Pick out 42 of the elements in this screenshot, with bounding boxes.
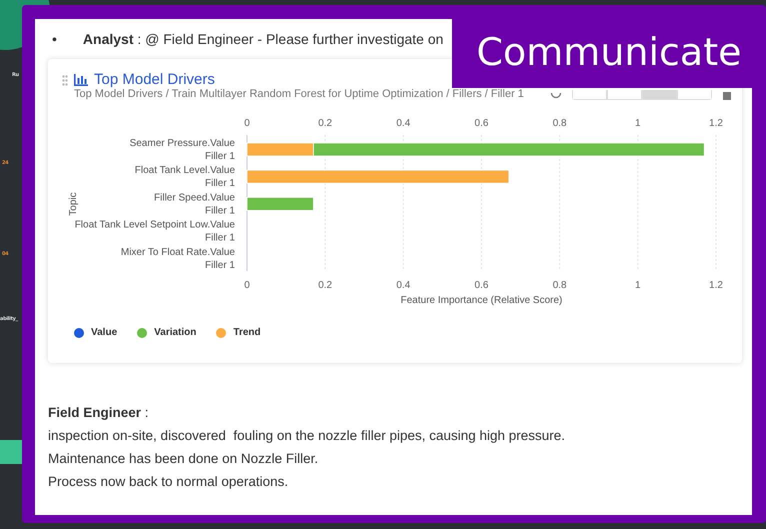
toolbar-button[interactable] [678,90,711,99]
axis-tick-label: 0.6 [474,118,488,129]
axis-tick-label: 0.6 [474,280,488,291]
breadcrumb: Top Model Drivers / Train Multilayer Random Forest for Uptime Optimization / Fillers / Filler 1 [74,88,525,100]
author-name: Field Engineer [48,405,142,420]
category-label: Float Tank Level.Value Filler 1 [134,165,235,190]
legend-label[interactable]: Value [91,327,118,338]
legend-label[interactable]: Variation [154,327,196,338]
background-bar [0,440,22,464]
reply-text: inspection on-site, discovered fouling on the nozzle filler pipes, causing high pressure. [48,428,566,443]
axis-tick-label: 1 [635,118,641,129]
axis-tick-label: 0 [244,118,250,129]
axis-tick-label: 0.4 [396,280,410,291]
toolbar-button[interactable] [573,90,606,99]
axis-tick-label: 1.2 [709,118,723,129]
separator-text: : [144,405,149,420]
axis-tick-label: 0.4 [396,118,410,129]
x-axis-title: Feature Importance (Relative Score) [400,295,562,306]
bar-chart-icon [74,74,88,86]
category-label: Float Tank Level Setpoint Low.Value Filler 1 [74,220,235,244]
axis-tick-label: 0.2 [318,118,332,129]
y-axis-title: Topic [68,192,79,216]
card-title: Top Model Drivers [94,71,215,88]
reply-text: Process now back to normal operations. [48,474,290,489]
axis-tick-label: 1.2 [709,280,723,291]
toolbar-button[interactable] [608,90,641,99]
reply-text: Maintenance has been done on Nozzle Filler. [48,451,320,466]
axis-tick-label: 0 [244,280,250,291]
refresh-icon[interactable] [550,93,562,100]
axis-tick-label: 0.2 [318,280,332,291]
bullet: • [52,31,57,47]
delete-icon[interactable] [722,92,732,100]
message-text: Analyst : @ Field Engineer - Please further investigate on [82,31,444,47]
axis-tick-label: 0.8 [552,280,567,291]
toolbar-button[interactable] [643,90,676,99]
legend-label[interactable]: Trend [233,327,261,338]
category-label: Filler Speed.Value Filler 1 [154,192,235,216]
category-label: Mixer To Float Rate.Value Filler 1 [120,246,235,271]
axis-tick-label: 0.8 [552,118,567,129]
category-label: Seamer Pressure.Value Filler 1 [130,138,235,162]
drag-handle-icon[interactable] [62,75,68,86]
axis-tick-label: 1 [635,280,641,291]
